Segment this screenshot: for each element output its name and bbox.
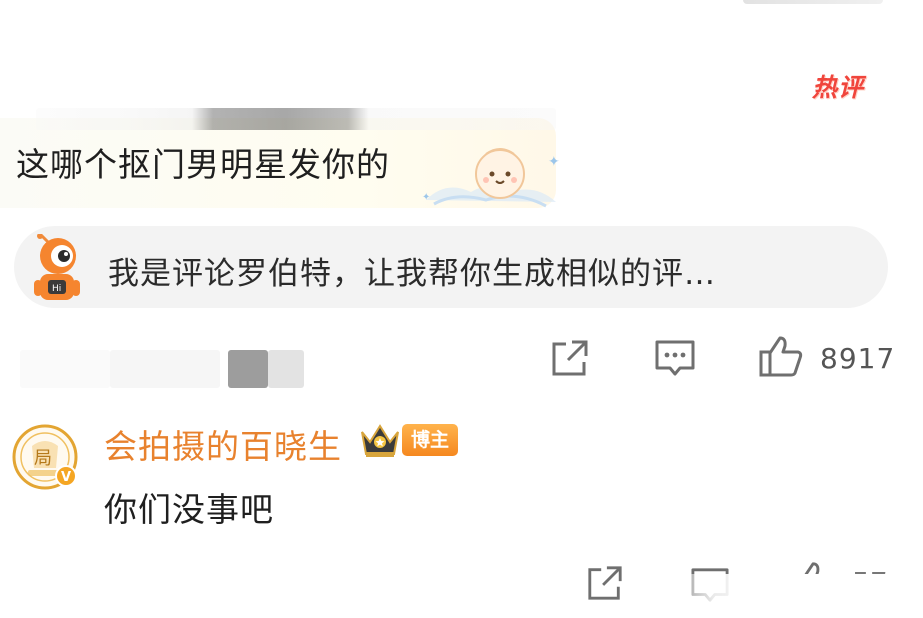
like-count: 8917 [820, 342, 896, 375]
svg-text:V: V [61, 470, 71, 485]
svg-text:局: 局 [34, 448, 52, 469]
share-icon[interactable] [586, 564, 624, 602]
svg-text:✦: ✦ [548, 154, 560, 170]
scroll-fade-overlay [660, 574, 923, 618]
reply-text: 你们没事吧 [104, 490, 274, 529]
comment-text: 这哪个抠门男明星发你的 [16, 145, 390, 184]
redacted-info-mosaic [0, 350, 320, 394]
svg-text:Hi: Hi [52, 284, 61, 294]
crown-level-icon [361, 424, 399, 457]
comment-thread: 热评 这哪个抠门男明星发你的 ✦ ✦ Hi 我是评论罗伯特，让我帮你生成相似的评… [0, 0, 923, 618]
steamed-bun-sticker-icon: ✦ ✦ [422, 148, 560, 208]
truncated-header-strip [743, 0, 883, 4]
reply-username[interactable]: 会拍摄的百晓生 [104, 420, 342, 468]
blogger-badge: 博主 [402, 424, 458, 456]
redacted-username-mosaic [36, 108, 556, 130]
robot-mascot-icon: Hi [34, 234, 80, 300]
user-avatar-icon[interactable]: 局 V [12, 424, 78, 490]
thumbs-up-icon[interactable] [758, 334, 804, 378]
share-icon[interactable] [550, 338, 590, 378]
comment-icon[interactable] [654, 338, 696, 378]
svg-text:✦: ✦ [422, 192, 430, 203]
hot-comment-badge: 热评 [812, 73, 865, 102]
ai-suggestion-text: 我是评论罗伯特，让我帮你生成相似的评… [108, 256, 716, 292]
